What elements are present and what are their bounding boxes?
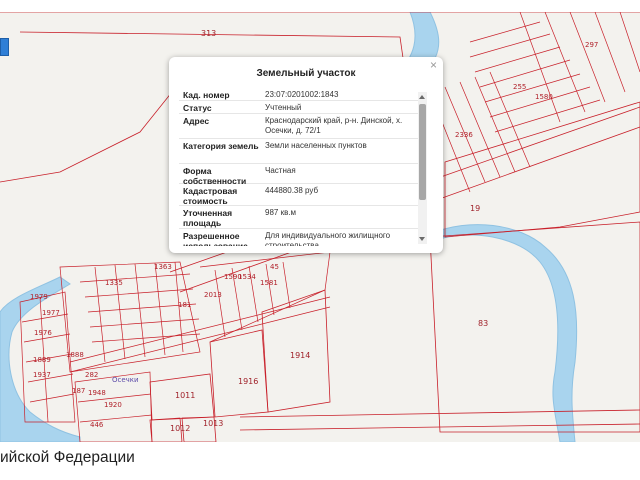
road-bottom: [239, 409, 640, 418]
popup-scrollbar[interactable]: [418, 92, 427, 244]
village-label: Осечки: [112, 376, 139, 384]
info-row: Форма собственности Частная: [179, 164, 421, 186]
parcel-number: 1888: [66, 351, 84, 359]
parcel-number: 19: [470, 204, 481, 213]
close-icon[interactable]: ×: [430, 59, 437, 71]
parcel-number: 1937: [33, 371, 51, 379]
parcel-info-popup: Земельный участок × Кад. номер 23:07:0201…: [169, 57, 443, 253]
info-row: Разрешенное использование Для индивидуаль…: [179, 229, 421, 246]
info-value: Для индивидуального жилищного строительс…: [265, 231, 391, 246]
scroll-down-icon[interactable]: [419, 237, 425, 241]
info-label: Кад. номер: [183, 90, 230, 100]
info-label: Уточненная площадь: [183, 208, 233, 228]
parcel-number: 1534: [238, 273, 256, 281]
parcel-number: 1916: [238, 377, 259, 386]
scroll-up-icon[interactable]: [419, 95, 425, 99]
info-row: Статус Учтенный: [179, 101, 421, 114]
scroll-thumb[interactable]: [419, 104, 426, 200]
popup-body: Кад. номер 23:07:0201002:1843 Статус Учтенн…: [179, 88, 421, 246]
parcel-number: 1581: [260, 279, 278, 287]
info-label: Разрешенное использование: [183, 231, 248, 246]
parcel-number: 255: [513, 83, 527, 91]
parcel-number: 83: [478, 319, 489, 328]
parcel-1916: [209, 329, 269, 418]
parcel-number: 1979: [30, 293, 48, 301]
info-row: Адрес Краснодарский край, р-н. Динской, х…: [179, 114, 421, 139]
parcel-number: 446: [90, 421, 104, 429]
info-row: Уточненная площадь 987 кв.м: [179, 206, 421, 229]
parcel-number: 1977: [42, 309, 60, 317]
parcel-number: 1013: [203, 419, 224, 428]
info-row: Кадастровая стоимость 444880.38 руб: [179, 184, 421, 206]
info-row: Категория земель Земли населенных пунктов: [179, 139, 421, 164]
info-value: 23:07:0201002:1843: [265, 90, 339, 99]
info-row: Кад. номер 23:07:0201002:1843: [179, 88, 421, 101]
parcel-number: 181: [178, 301, 192, 309]
info-value: 987 кв.м: [265, 208, 297, 217]
info-value: Учтенный: [265, 103, 302, 112]
parcel-number: 1948: [88, 389, 106, 397]
parcel-number: 1920: [104, 401, 122, 409]
info-label: Форма собственности: [183, 166, 247, 186]
info-label: Статус: [183, 103, 212, 113]
parcel-number: 313: [201, 29, 217, 38]
info-label: Адрес: [183, 116, 210, 126]
parcel-number: 1011: [175, 391, 196, 400]
footer-caption: ийской Федерации: [0, 449, 135, 466]
parcel-number: 45: [270, 263, 279, 271]
info-label: Категория земель: [183, 141, 259, 151]
parcel-number: 297: [585, 41, 599, 49]
parcel-number: 187: [72, 387, 86, 395]
parcel-number: 1335: [105, 279, 123, 287]
info-value: Земли населенных пунктов: [265, 141, 367, 150]
parcel-19: [444, 101, 640, 238]
info-label: Кадастровая стоимость: [183, 186, 238, 206]
info-value: 444880.38 руб: [265, 186, 319, 195]
info-value: Краснодарский край, р-н. Динской, х. Осе…: [265, 116, 403, 135]
parcel-number: 2336: [455, 131, 473, 139]
parcel-number: 1914: [290, 351, 311, 360]
parcel-number: 1012: [170, 424, 191, 433]
parcel-number: 1580: [535, 93, 553, 101]
parcel-number: 1889: [33, 356, 51, 364]
road-south-2: [69, 306, 331, 373]
parcel-number: 1363: [154, 263, 172, 271]
info-value: Частная: [265, 166, 296, 175]
popup-title: Земельный участок: [256, 68, 356, 79]
parcel-number: 1976: [34, 329, 52, 337]
parcel-number: 282: [85, 371, 99, 379]
layers-button[interactable]: [0, 38, 9, 56]
river-east: [429, 224, 578, 442]
parcel-number: 2013: [204, 291, 222, 299]
